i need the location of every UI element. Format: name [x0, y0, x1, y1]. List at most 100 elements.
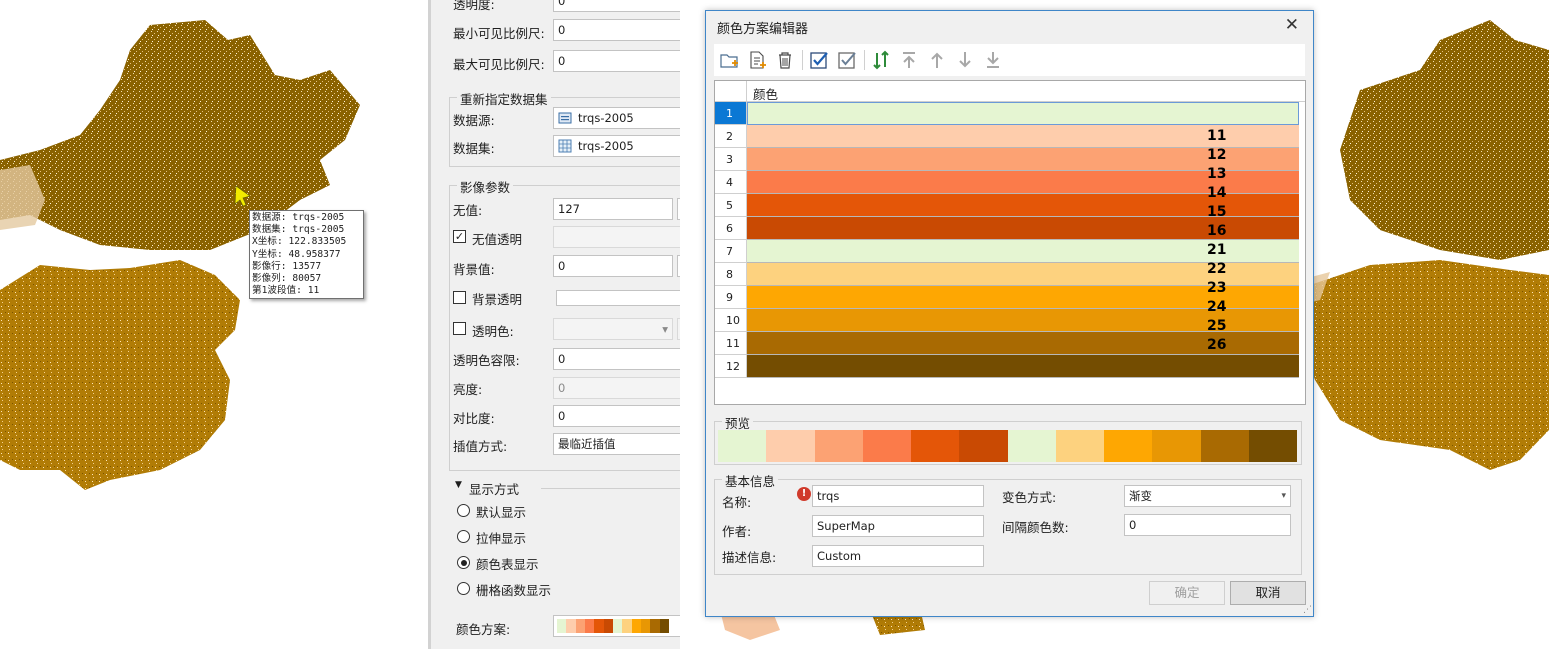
interpolation-dropdown[interactable]: 最临近插值 [553, 433, 680, 455]
interval-colors-input[interactable]: 0 [1124, 514, 1291, 536]
tooltip-line: 数据集: trqs-2005 [252, 224, 345, 236]
basic-info-group-title: 基本信息 [722, 471, 779, 490]
color-scheme-dropdown[interactable] [553, 615, 680, 637]
transparent-color-checkbox[interactable] [453, 322, 466, 335]
nodata-color-button[interactable] [677, 198, 680, 220]
transparency-label: 透明度: [453, 0, 495, 12]
contrast-label: 对比度: [453, 411, 495, 426]
table-row[interactable]: 12 [715, 355, 1299, 378]
background-input[interactable]: 0 [553, 255, 673, 277]
interpolation-label: 插值方式: [453, 439, 508, 454]
radio-default-display[interactable] [457, 504, 470, 517]
color-scheme-label: 颜色方案: [456, 622, 511, 637]
close-icon[interactable]: ✕ [1285, 15, 1299, 35]
display-mode-title: 显示方式 [469, 482, 520, 497]
ok-button[interactable]: 确定 [1149, 581, 1225, 605]
row-number: 7 [715, 240, 747, 263]
add-color-icon[interactable] [718, 49, 740, 71]
max-scale-input[interactable]: 0 [553, 50, 680, 72]
name-input[interactable]: trqs [812, 485, 984, 507]
row-number: 1 [715, 102, 747, 125]
move-down-icon [959, 52, 971, 68]
dataset-value: trqs-2005 [578, 139, 634, 153]
background-color-button[interactable] [677, 255, 680, 277]
insert-color-icon[interactable] [746, 49, 768, 71]
grid-header: 颜色 [715, 81, 1305, 102]
toolbar-separator [802, 50, 803, 70]
chevron-down-icon: ▾ [662, 322, 668, 336]
select-all-icon[interactable] [808, 49, 830, 71]
row-number: 2 [715, 125, 747, 148]
cancel-button[interactable]: 取消 [1230, 581, 1306, 605]
radio-stretch-display[interactable] [457, 530, 470, 543]
map-view-right[interactable] [1300, 0, 1549, 649]
radio-default-label: 默认显示 [476, 505, 527, 520]
datasource-label: 数据源: [453, 113, 495, 128]
radio-gridfunc-label: 栅格函数显示 [476, 583, 552, 598]
author-label: 作者: [722, 524, 752, 539]
gradient-mode-dropdown[interactable]: 渐变 ▾ [1124, 485, 1291, 507]
map-view-left[interactable] [0, 0, 432, 649]
value-label: 22 [1207, 261, 1227, 277]
radio-gridfunc-display[interactable] [457, 582, 470, 595]
tooltip-line: X坐标: 122.833505 [252, 236, 347, 248]
display-mode-divider [541, 488, 680, 628]
transparent-tolerance-label: 透明色容限: [453, 353, 520, 368]
value-label: 13 [1207, 166, 1227, 182]
color-swatch[interactable] [747, 355, 1299, 378]
dataset-selector[interactable]: trqs-2005 [553, 135, 680, 157]
nodata-input[interactable]: 127 [553, 198, 673, 220]
min-scale-input[interactable]: 0 [553, 19, 680, 41]
value-label: 11 [1207, 128, 1227, 144]
preview-color-bar [718, 430, 1297, 462]
background-transparent-color[interactable] [556, 290, 680, 306]
map-region-south [0, 260, 240, 490]
value-label: 26 [1207, 337, 1227, 353]
description-input[interactable]: Custom [812, 545, 984, 567]
table-row[interactable]: 1 [715, 102, 1299, 125]
resize-grip-icon[interactable]: ⋰ [1303, 605, 1312, 615]
radio-stretch-label: 拉伸显示 [476, 531, 527, 546]
datasource-selector[interactable]: trqs-2005 [553, 107, 680, 129]
brightness-label: 亮度: [453, 382, 483, 397]
color-scheme-editor-dialog: 颜色方案编辑器 ✕ 颜色 1 2 3 4 5 6 7 8 9 10 11 12 … [705, 10, 1314, 617]
value-label: 16 [1207, 223, 1227, 239]
chevron-down-icon: ▾ [1281, 491, 1286, 501]
map-region-south [1300, 260, 1549, 470]
background-transparent-checkbox[interactable] [453, 291, 466, 304]
name-label: 名称: [722, 495, 752, 510]
invert-select-icon[interactable] [836, 49, 858, 71]
dataset-label: 数据集: [453, 141, 495, 156]
author-input[interactable]: SuperMap [812, 515, 984, 537]
tooltip-line: 影像行: 13577 [252, 260, 322, 272]
value-label: 25 [1207, 318, 1227, 334]
datasource-icon [558, 112, 572, 124]
row-number: 4 [715, 171, 747, 194]
value-label: 24 [1207, 299, 1227, 315]
dialog-toolbar [714, 44, 1305, 76]
description-label: 描述信息: [722, 550, 777, 565]
move-top-icon [903, 52, 915, 68]
reverse-order-icon[interactable] [870, 49, 892, 71]
image-params-group-title: 影像参数 [457, 177, 514, 196]
radio-colortable-display[interactable] [457, 556, 470, 569]
dialog-title: 颜色方案编辑器 [717, 22, 809, 37]
color-table-grid: 颜色 1 2 3 4 5 6 7 8 9 10 11 12 11 12 13 1… [714, 80, 1306, 405]
value-label: 12 [1207, 147, 1227, 163]
nodata-transparent-checkbox[interactable]: ✓ [453, 230, 466, 243]
row-number: 8 [715, 263, 747, 286]
transparent-tolerance-input[interactable]: 0 [553, 348, 680, 370]
value-label: 21 [1207, 242, 1227, 258]
move-up-icon [931, 52, 943, 68]
layer-properties-panel: 透明度: 0 最小可见比例尺: 0 最大可见比例尺: 0 重新指定数据集 数据源… [428, 0, 680, 649]
move-bottom-icon [987, 52, 999, 68]
min-scale-label: 最小可见比例尺: [453, 26, 545, 41]
max-scale-label: 最大可见比例尺: [453, 57, 545, 72]
collapse-triangle-icon[interactable]: ▼ [455, 480, 462, 490]
tooltip-line: 数据源: trqs-2005 [252, 212, 345, 223]
transparency-input[interactable]: 0 [553, 0, 680, 12]
contrast-input[interactable]: 0 [553, 405, 680, 427]
tooltip-line: Y坐标: 48.958377 [252, 248, 341, 260]
delete-icon[interactable] [774, 49, 796, 71]
color-swatch[interactable] [747, 102, 1299, 125]
